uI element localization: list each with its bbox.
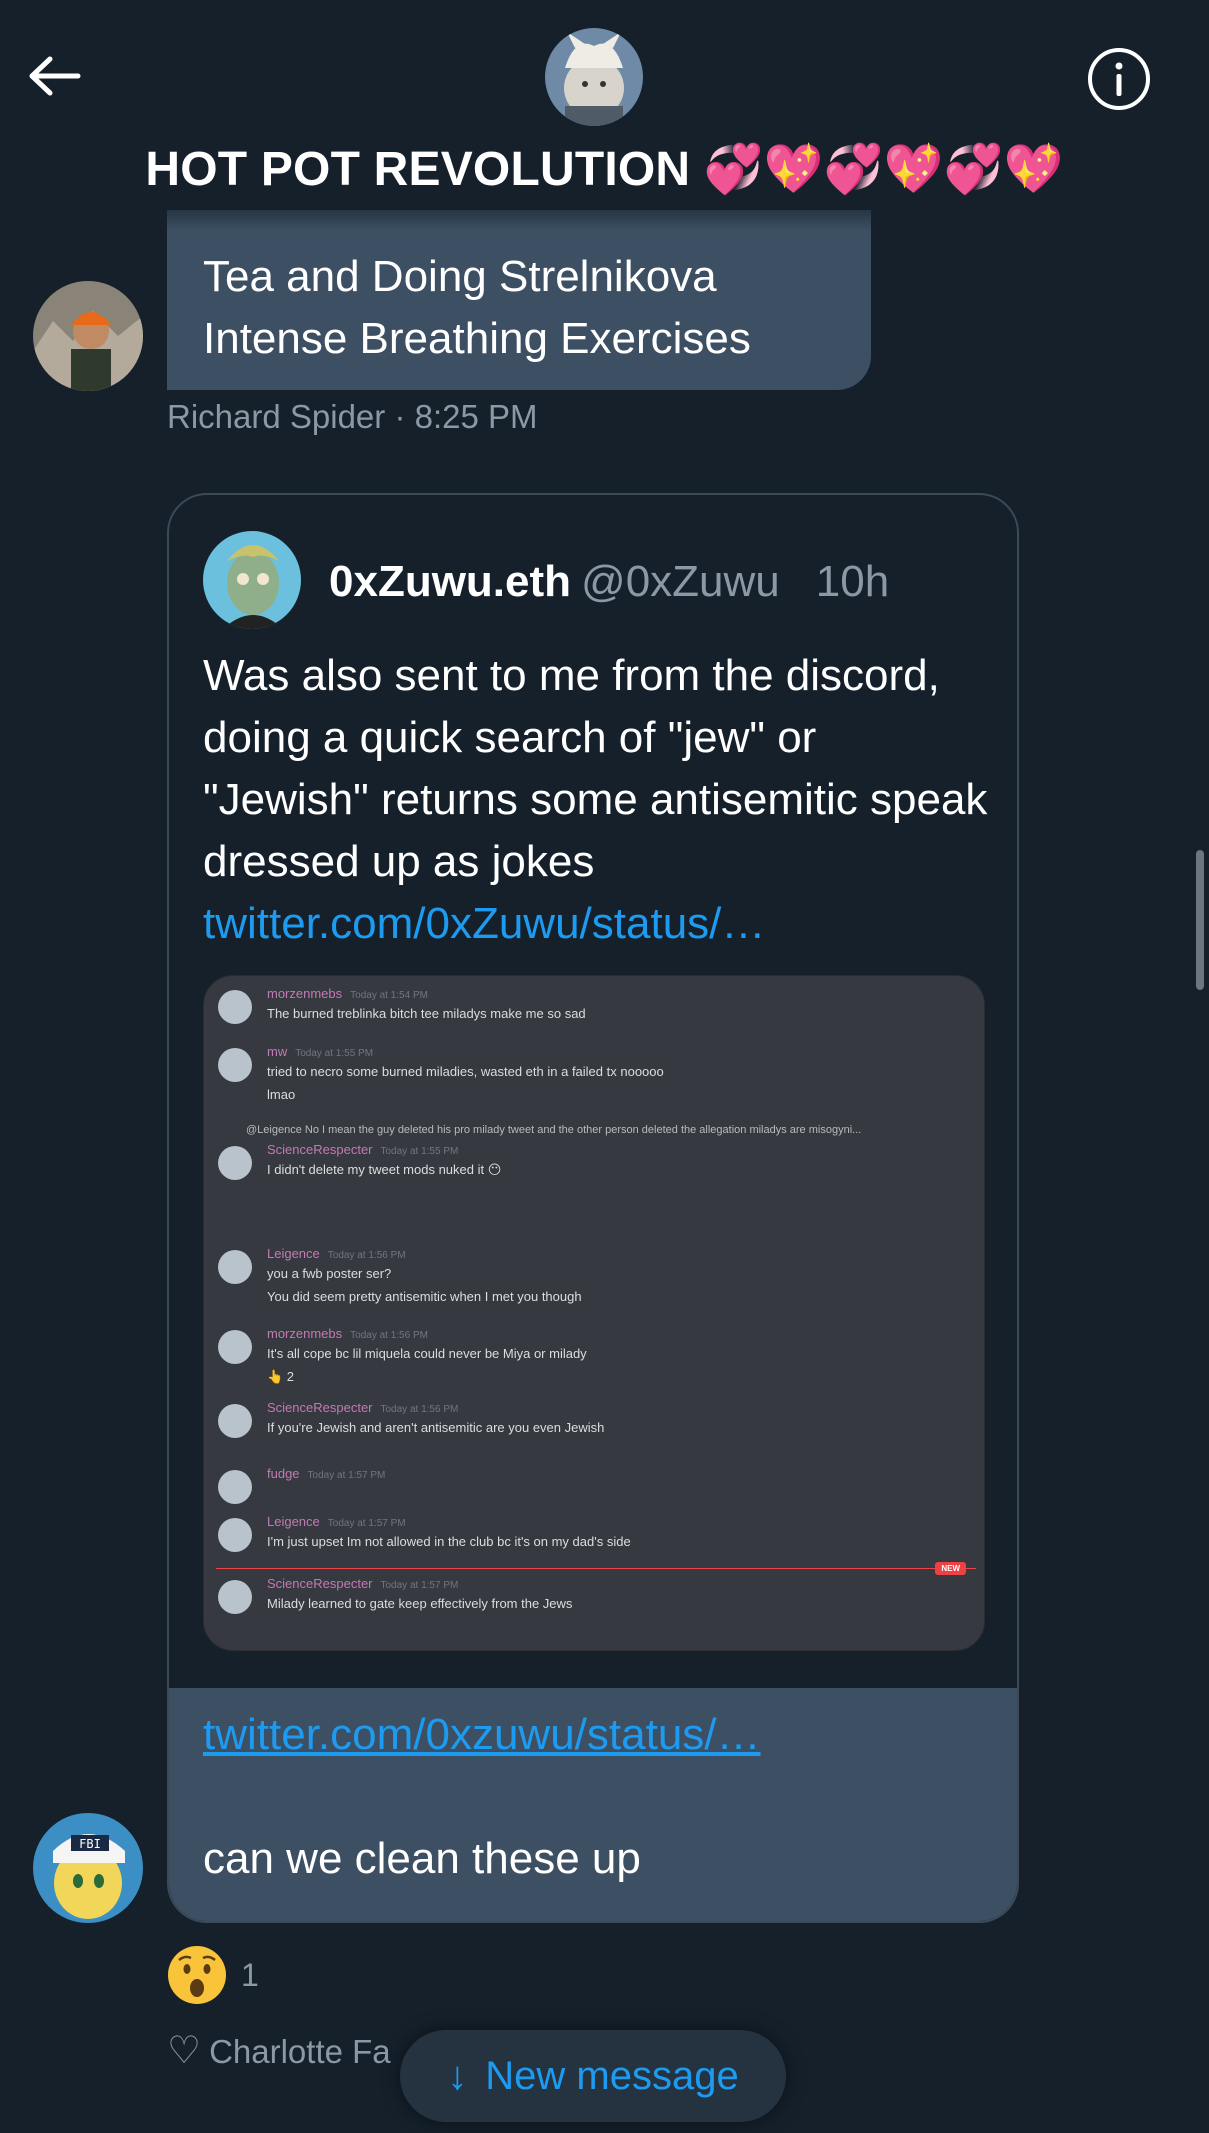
discord-message-text: Milady learned to gate keep effectively … [267,1596,573,1611]
reply-link[interactable]: twitter.com/0xzuwu/status/… [203,1710,761,1760]
discord-username: ScienceRespecter Today at 1:56 PM [267,1400,459,1415]
tweet-author-name[interactable]: 0xZuwu.eth [329,557,571,606]
avatar[interactable]: FBI [33,1813,143,1923]
tweet-author-handle: @0xZuwu [581,557,780,606]
new-message-button[interactable]: ↓ New message [400,2030,786,2122]
discord-username: mw Today at 1:55 PM [267,1044,374,1059]
discord-avatar [218,1048,252,1082]
discord-timestamp: Today at 1:57 PM [327,1518,406,1529]
discord-message-text: You did seem pretty antisemitic when I m… [267,1289,582,1304]
info-button[interactable] [1086,46,1152,112]
discord-message-text: The burned treblinka bitch tee miladys m… [267,1006,586,1021]
message-text: Tea and Doing Strelnikova Intense Breath… [203,252,751,363]
discord-username: Leigence Today at 1:57 PM [267,1514,406,1529]
discord-avatar [218,1470,252,1504]
discord-avatar [218,1330,252,1364]
svg-text:FBI: FBI [79,1837,101,1851]
arrow-left-icon [29,56,81,96]
discord-timestamp: Today at 1:57 PM [380,1580,459,1591]
discord-avatar [218,1146,252,1180]
discord-timestamp: Today at 1:54 PM [350,990,428,1001]
discord-timestamp: Today at 1:55 PM [380,1146,459,1157]
tweet-author-avatar[interactable] [203,531,301,629]
new-message-label: New message [485,2053,739,2098]
discord-reply-preview: @Leigence No I mean the guy deleted his … [246,1124,862,1136]
new-messages-divider: NEW [216,1562,976,1575]
discord-avatar [218,990,252,1024]
reaction-count: 1 [241,1956,259,1993]
back-button[interactable] [14,46,94,106]
discord-message-text: It's all cope bc lil miquela could never… [267,1346,587,1361]
tweet-time: 10h [815,557,890,606]
discord-username: fudge Today at 1:57 PM [267,1466,386,1481]
discord-timestamp: Today at 1:55 PM [295,1048,374,1059]
scrollbar[interactable] [1196,850,1204,990]
message-reaction[interactable]: 1 [167,1945,259,2005]
message-meta: Richard Spider · 8:25 PM [167,398,538,435]
discord-message-text: lmao [267,1087,296,1102]
tweet-body: Was also sent to me from the discord, do… [203,651,988,886]
discord-avatar [218,1580,252,1614]
heart-icon[interactable]: ♡ [167,2030,201,2072]
discord-username: morzenmebs Today at 1:56 PM [267,1326,428,1341]
reply-bubble[interactable]: twitter.com/0xzuwu/status/… can we clean… [169,1688,1017,1921]
tweet-header: 0xZuwu.eth @0xZuwu 10h [329,557,889,607]
reply-text: can we clean these up [203,1834,641,1883]
discord-username: Leigence Today at 1:56 PM [267,1246,406,1261]
discord-message-text: I'm just upset Im not allowed in the clu… [267,1534,631,1549]
discord-username: ScienceRespecter Today at 1:57 PM [267,1576,459,1591]
discord-avatar [218,1404,252,1438]
discord-timestamp: Today at 1:56 PM [350,1330,428,1341]
group-avatar[interactable] [545,28,643,126]
discord-timestamp: Today at 1:57 PM [307,1470,386,1481]
tweet-image[interactable]: morzenmebs Today at 1:54 PM The burned tre… [203,975,985,1651]
shared-tweet-card[interactable]: 0xZuwu.eth @0xZuwu 10h Was also sent to me… [167,493,1019,1923]
tweet-link[interactable]: twitter.com/0xZuwu/status/… [203,899,765,948]
discord-username: ScienceRespecter Today at 1:55 PM [267,1142,459,1157]
discord-message-text: you a fwb poster ser? [267,1266,392,1281]
avatar[interactable] [33,281,143,391]
discord-reaction: 👆 2 [267,1369,295,1384]
conversation-header: HOT POT REVOLUTION 💞💖💞💖💞💖 [0,0,1209,230]
discord-message-text: tried to necro some burned miladies, was… [267,1064,664,1079]
tweet-text: Was also sent to me from the discord, do… [203,645,993,955]
message-bubble[interactable]: Tea and Doing Strelnikova Intense Breath… [167,210,871,390]
new-badge: NEW [935,1562,966,1575]
discord-message-text: If you're Jewish and aren't antisemitic … [267,1420,605,1435]
discord-message-text: I didn't delete my tweet mods nuked it 😶 [267,1162,502,1177]
discord-timestamp: Today at 1:56 PM [380,1404,459,1415]
discord-avatar [218,1518,252,1552]
group-title: HOT POT REVOLUTION 💞💖💞💖💞💖 [145,143,1064,196]
arrow-down-icon: ↓ [447,2053,468,2098]
message-meta-text: Charlotte Fa [209,2033,391,2070]
discord-timestamp: Today at 1:56 PM [327,1250,406,1261]
astonished-face-icon [168,1946,226,2004]
message-meta: ♡ Charlotte Fa [167,2028,391,2073]
discord-avatar [218,1250,252,1284]
info-icon [1088,48,1150,110]
discord-username: morzenmebs Today at 1:54 PM [267,986,428,1001]
